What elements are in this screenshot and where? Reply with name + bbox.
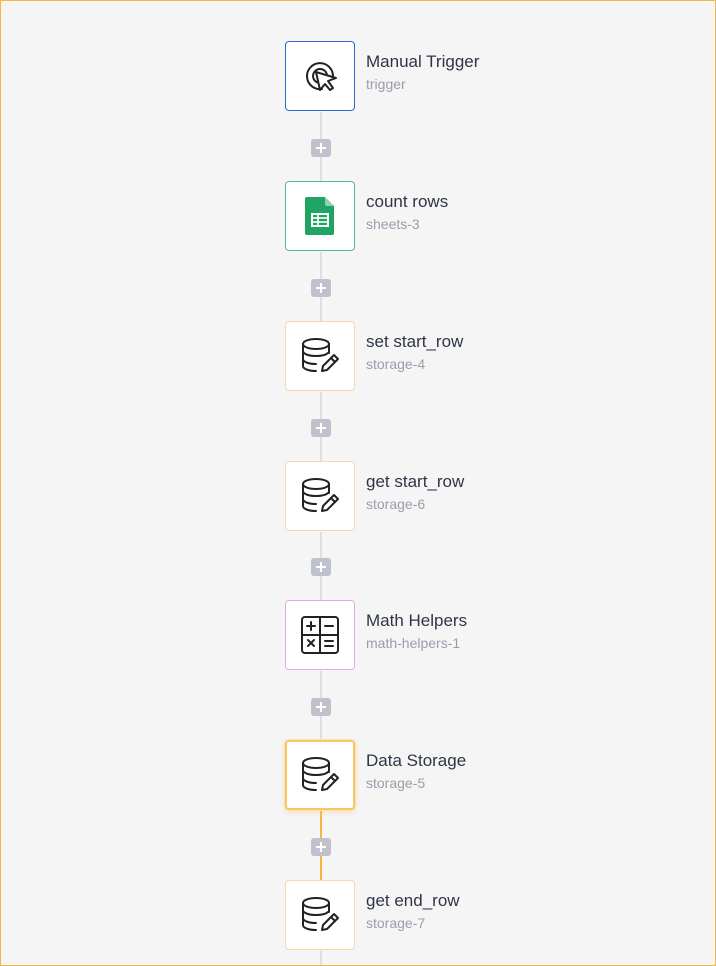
- database-edit-icon: [299, 894, 341, 936]
- node-title: count rows: [366, 192, 449, 211]
- node-title: Manual Trigger: [366, 52, 480, 71]
- add-step-button[interactable]: [311, 279, 331, 297]
- add-step-button[interactable]: [311, 419, 331, 437]
- node-subtitle: trigger: [366, 76, 406, 92]
- google-sheets-icon: [304, 196, 336, 236]
- node-subtitle: storage-6: [366, 496, 426, 512]
- node-subtitle: storage-5: [366, 775, 426, 791]
- node-icon-box[interactable]: [285, 880, 355, 950]
- node-get-start-row[interactable]: get start_row storage-6: [285, 461, 505, 531]
- node-icon-box[interactable]: [285, 600, 355, 670]
- add-step-button[interactable]: [311, 838, 331, 856]
- node-title: set start_row: [366, 332, 464, 351]
- database-edit-icon: [299, 335, 341, 377]
- node-manual-trigger[interactable]: Manual Trigger trigger: [285, 41, 505, 111]
- connector-line: [320, 951, 322, 965]
- node-subtitle: math-helpers-1: [366, 635, 461, 651]
- database-edit-icon: [299, 754, 341, 796]
- node-icon-box-selected[interactable]: [285, 740, 355, 810]
- node-data-storage[interactable]: Data Storage storage-5: [285, 740, 505, 810]
- add-step-button[interactable]: [311, 698, 331, 716]
- node-subtitle: storage-4: [366, 356, 426, 372]
- node-title: Data Storage: [366, 751, 467, 770]
- node-subtitle: sheets-3: [366, 216, 420, 232]
- node-title: Math Helpers: [366, 611, 468, 630]
- node-math-helpers[interactable]: Math Helpers math-helpers-1: [285, 600, 505, 670]
- node-set-start-row[interactable]: set start_row storage-4: [285, 321, 505, 391]
- node-subtitle: storage-7: [366, 915, 426, 931]
- cursor-click-icon: [300, 56, 340, 96]
- node-get-end-row[interactable]: get end_row storage-7: [285, 880, 505, 950]
- node-icon-box[interactable]: [285, 41, 355, 111]
- calculator-icon: [300, 615, 340, 655]
- node-icon-box[interactable]: [285, 181, 355, 251]
- node-icon-box[interactable]: [285, 461, 355, 531]
- add-step-button[interactable]: [311, 139, 331, 157]
- node-title: get start_row: [366, 472, 465, 491]
- database-edit-icon: [299, 475, 341, 517]
- workflow-canvas: Manual Trigger trigger count rows sheets…: [0, 0, 716, 966]
- node-icon-box[interactable]: [285, 321, 355, 391]
- node-count-rows[interactable]: count rows sheets-3: [285, 181, 505, 251]
- add-step-button[interactable]: [311, 558, 331, 576]
- node-title: get end_row: [366, 891, 460, 910]
